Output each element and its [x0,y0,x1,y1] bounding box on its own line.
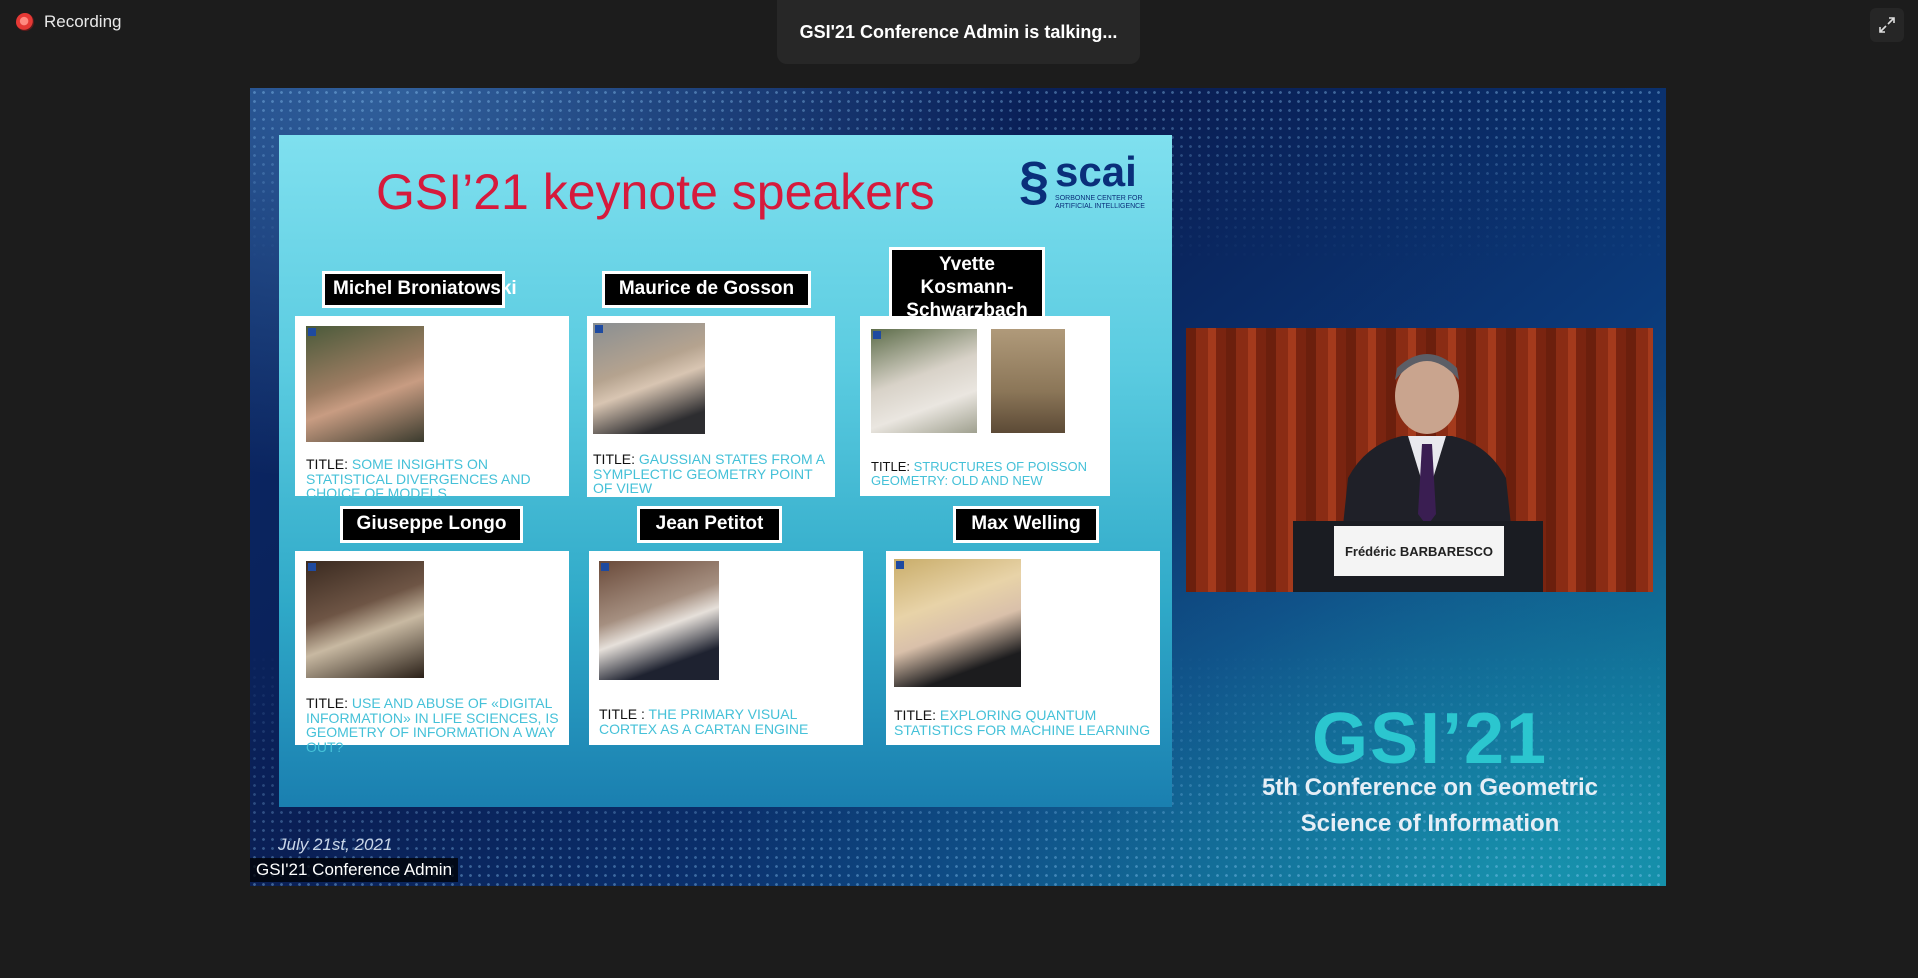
speaker-name-tag: Giuseppe Longo [340,506,523,543]
recording-indicator: Recording [16,12,122,32]
speaker-photo [306,326,424,442]
talk-title: TITLE : The primary visual cortex as a C… [599,706,809,737]
scai-logo: § scai SORBONNE CENTER FOR ARTIFICIAL IN… [1019,151,1165,212]
speaker-card: TITLE: Some insights on statistical dive… [295,316,569,501]
recording-dot-icon [16,13,34,31]
speaker-card: TITLE: Use and abuse of «digital informa… [295,551,569,754]
speaker-photo [871,329,977,433]
speaker-card: TITLE: Gaussian states from a symplectic… [587,316,835,497]
book-cover-image [991,329,1065,433]
talk-title: TITLE: Some insights on statistical dive… [306,456,531,502]
talk-title: TITLE: Exploring quantum statistics for … [894,707,1151,738]
speaker-card: TITLE : The primary visual cortex as a C… [589,551,863,745]
speaker-photo [894,559,1021,687]
scai-mark-icon: § [1019,151,1050,212]
slide-title: GSI’21 keynote speakers [376,164,935,220]
slide-date: July 21st, 2021 [278,835,393,854]
conference-subtitle: 5th Conference on Geometric Science of I… [1210,770,1650,842]
talk-title: TITLE: Structures of Poisson geometry: o… [871,459,1087,488]
speaker-photo [593,323,705,434]
presenter-video: Frédéric BARBARESCO [1186,328,1653,592]
talk-title: TITLE: Use and abuse of «digital informa… [306,695,559,756]
talking-banner: GSI'21 Conference Admin is talking... [777,0,1140,64]
podium-sign: Frédéric BARBARESCO [1334,526,1504,576]
speaker-name-tag: Maurice de Gosson [602,271,811,308]
speaker-name-tag: Jean Petitot [637,506,782,543]
speaker-name-tag: Michel Broniatowski [322,271,517,308]
speaker-photo [599,561,719,680]
shared-video-stage: GSI’21 keynote speakers § scai SORBONNE … [250,88,1666,886]
speaker-card: TITLE: Structures of Poisson geometry: o… [860,316,1110,496]
recording-label: Recording [44,12,122,31]
talk-title: TITLE: Gaussian states from a symplectic… [593,451,825,497]
gsi-logo: GSI’21 [1311,699,1549,779]
speaker-photo [306,561,424,678]
speaker-card: TITLE: Exploring quantum statistics for … [886,551,1160,745]
expand-icon [1879,17,1895,33]
presentation-slide: GSI’21 keynote speakers § scai SORBONNE … [279,135,1172,807]
speaker-name-tag: Max Welling [953,506,1099,543]
scai-logo-subtitle: SORBONNE CENTER FOR ARTIFICIAL INTELLIGE… [1055,195,1145,211]
conference-subtitle-line2: Science of Information [1300,810,1560,837]
expand-button[interactable] [1870,8,1904,42]
conference-subtitle-line1: 5th Conference on Geometric [1261,774,1599,801]
participant-name-label: GSI'21 Conference Admin [250,858,459,882]
scai-logo-word: scai [1055,148,1137,195]
